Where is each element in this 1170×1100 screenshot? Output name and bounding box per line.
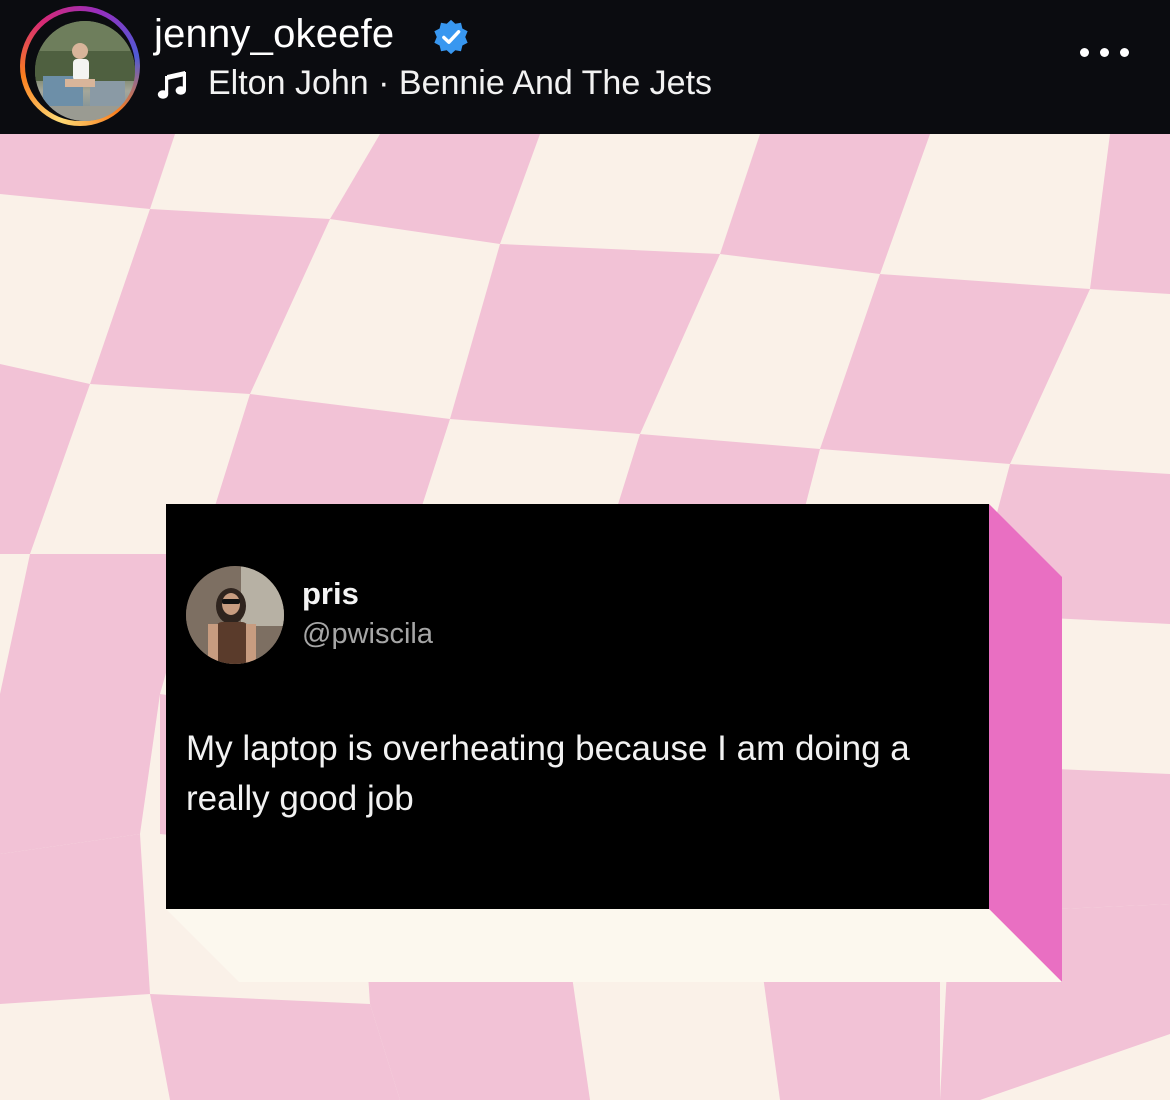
post-image[interactable]: pris @pwiscila My laptop is overheating … — [0, 134, 1170, 1100]
verified-badge-icon — [434, 19, 468, 55]
music-note-icon — [157, 71, 186, 99]
tweet-avatar-photo — [186, 566, 284, 664]
story-header: jenny_okeefe Elton John · Bennie And The… — [0, 0, 1170, 134]
avatar-photo — [35, 21, 135, 121]
tweet-display-name[interactable]: pris — [302, 576, 359, 612]
tweet-text: My laptop is overheating because I am do… — [186, 729, 910, 818]
tweet-avatar[interactable] — [186, 566, 284, 664]
story-ring-gap — [25, 11, 135, 121]
story-ring[interactable] — [20, 6, 140, 126]
tweet-handle[interactable]: @pwiscila — [302, 618, 433, 651]
username[interactable]: jenny_okeefe — [154, 12, 394, 57]
profile-avatar[interactable] — [35, 21, 135, 121]
song-label[interactable]: Elton John · Bennie And The Jets — [208, 64, 712, 103]
more-options-icon[interactable] — [1078, 40, 1132, 64]
tweet-card[interactable]: pris @pwiscila My laptop is overheating … — [166, 504, 989, 909]
